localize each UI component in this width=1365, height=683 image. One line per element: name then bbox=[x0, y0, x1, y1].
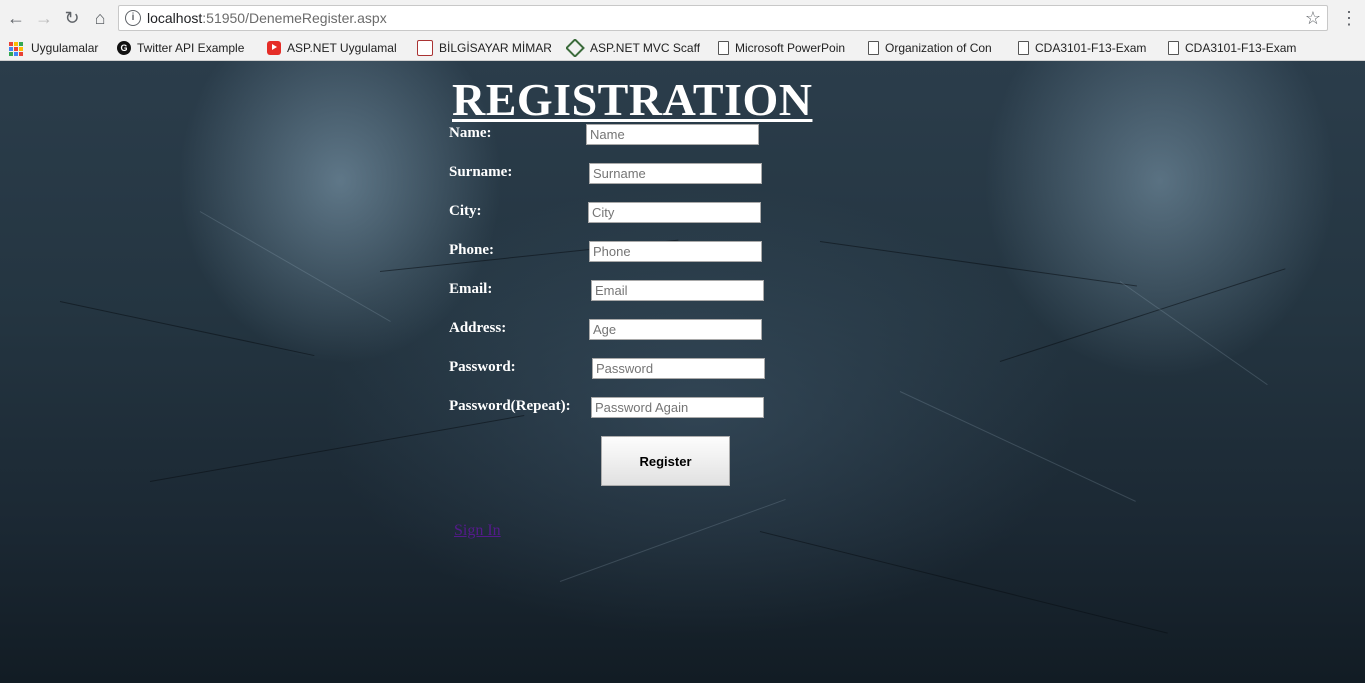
bookmark-label: ASP.NET MVC Scaffo bbox=[590, 41, 700, 55]
page-background: REGISTRATION Name: Surname: City: Phone:… bbox=[0, 61, 1365, 683]
reload-icon[interactable]: ↻ bbox=[60, 6, 84, 30]
apps-grid-icon bbox=[9, 41, 23, 56]
bookmark-twitter-api[interactable]: G Twitter API Example bbox=[117, 39, 250, 57]
surname-input[interactable] bbox=[589, 163, 762, 184]
texture bbox=[1119, 281, 1268, 386]
texture bbox=[819, 241, 1137, 287]
surname-label: Surname: bbox=[449, 164, 513, 180]
bookmark-label: CDA3101-F13-Exam bbox=[1035, 41, 1147, 55]
bookmark-bilgisayar-mimari[interactable]: BİLGİSAYAR MİMARİ bbox=[417, 39, 551, 57]
address-label: Address: bbox=[449, 320, 507, 336]
browser-toolbar: ← → ↻ ⌂ i localhost:51950/DenemeRegister… bbox=[0, 0, 1365, 36]
name-input[interactable] bbox=[586, 124, 759, 145]
address-bar[interactable]: i localhost:51950/DenemeRegister.aspx ☆ bbox=[118, 5, 1328, 31]
email-input[interactable] bbox=[591, 280, 764, 301]
bookmark-label: Twitter API Example bbox=[137, 41, 245, 55]
bookmark-cda3101-1[interactable]: CDA3101-F13-Exam bbox=[1018, 39, 1152, 57]
presentation-icon bbox=[417, 39, 433, 56]
bookmark-star-icon[interactable]: ☆ bbox=[1305, 8, 1321, 29]
document-icon bbox=[1018, 40, 1029, 55]
home-icon[interactable]: ⌂ bbox=[88, 6, 112, 30]
back-arrow-icon[interactable]: ← bbox=[4, 6, 28, 30]
texture bbox=[899, 391, 1136, 502]
name-label: Name: bbox=[449, 125, 492, 141]
document-icon bbox=[868, 40, 879, 55]
url-text: localhost:51950/DenemeRegister.aspx bbox=[147, 10, 387, 26]
bookmark-powerpoint[interactable]: Microsoft PowerPoin bbox=[718, 39, 852, 57]
email-label: Email: bbox=[449, 281, 493, 297]
phone-input[interactable] bbox=[589, 241, 762, 262]
address-input[interactable] bbox=[589, 319, 762, 340]
texture bbox=[559, 498, 786, 582]
bookmark-label: Organization of Con bbox=[885, 41, 992, 55]
texture bbox=[59, 301, 315, 357]
document-icon bbox=[1168, 40, 1179, 55]
bookmark-label: Uygulamalar bbox=[31, 41, 99, 55]
texture bbox=[199, 211, 391, 322]
page-title: REGISTRATION bbox=[452, 74, 813, 125]
g-logo-icon: G bbox=[117, 40, 131, 55]
city-input[interactable] bbox=[588, 202, 761, 223]
texture bbox=[999, 268, 1286, 362]
forward-arrow-icon[interactable]: → bbox=[32, 6, 56, 30]
bookmark-label: CDA3101-F13-Exam bbox=[1185, 41, 1297, 55]
menu-dots-icon[interactable]: ⋮ bbox=[1340, 6, 1358, 30]
city-label: City: bbox=[449, 203, 482, 219]
password-repeat-label: Password(Repeat): bbox=[449, 398, 571, 414]
diamond-icon bbox=[566, 39, 585, 57]
register-button[interactable]: Register bbox=[601, 436, 730, 486]
info-icon[interactable]: i bbox=[125, 10, 141, 26]
youtube-icon bbox=[267, 40, 281, 55]
password-label: Password: bbox=[449, 359, 516, 375]
bookmark-label: BİLGİSAYAR MİMARİ bbox=[439, 41, 551, 55]
texture bbox=[759, 531, 1168, 634]
document-icon bbox=[718, 40, 729, 55]
url-path: :51950/DenemeRegister.aspx bbox=[202, 10, 387, 26]
phone-label: Phone: bbox=[449, 242, 494, 258]
bookmark-label: Microsoft PowerPoin bbox=[735, 41, 846, 55]
bookmark-organization[interactable]: Organization of Con bbox=[868, 39, 1002, 57]
url-host: localhost bbox=[147, 10, 203, 26]
bookmark-apps[interactable]: Uygulamalar bbox=[9, 39, 109, 57]
bookmark-aspnet-mvc[interactable]: ASP.NET MVC Scaffo bbox=[566, 39, 700, 57]
bookmarks-bar: Uygulamalar G Twitter API Example ASP.NET… bbox=[0, 36, 1365, 61]
bookmark-label: ASP.NET Uygulamal bbox=[287, 41, 397, 55]
sign-in-link[interactable]: Sign In bbox=[454, 522, 501, 540]
password-input[interactable] bbox=[592, 358, 765, 379]
texture bbox=[149, 415, 525, 482]
password-repeat-input[interactable] bbox=[591, 397, 764, 418]
bookmark-aspnet-uygulama[interactable]: ASP.NET Uygulamal bbox=[267, 39, 401, 57]
bookmark-cda3101-2[interactable]: CDA3101-F13-Exam bbox=[1168, 39, 1302, 57]
